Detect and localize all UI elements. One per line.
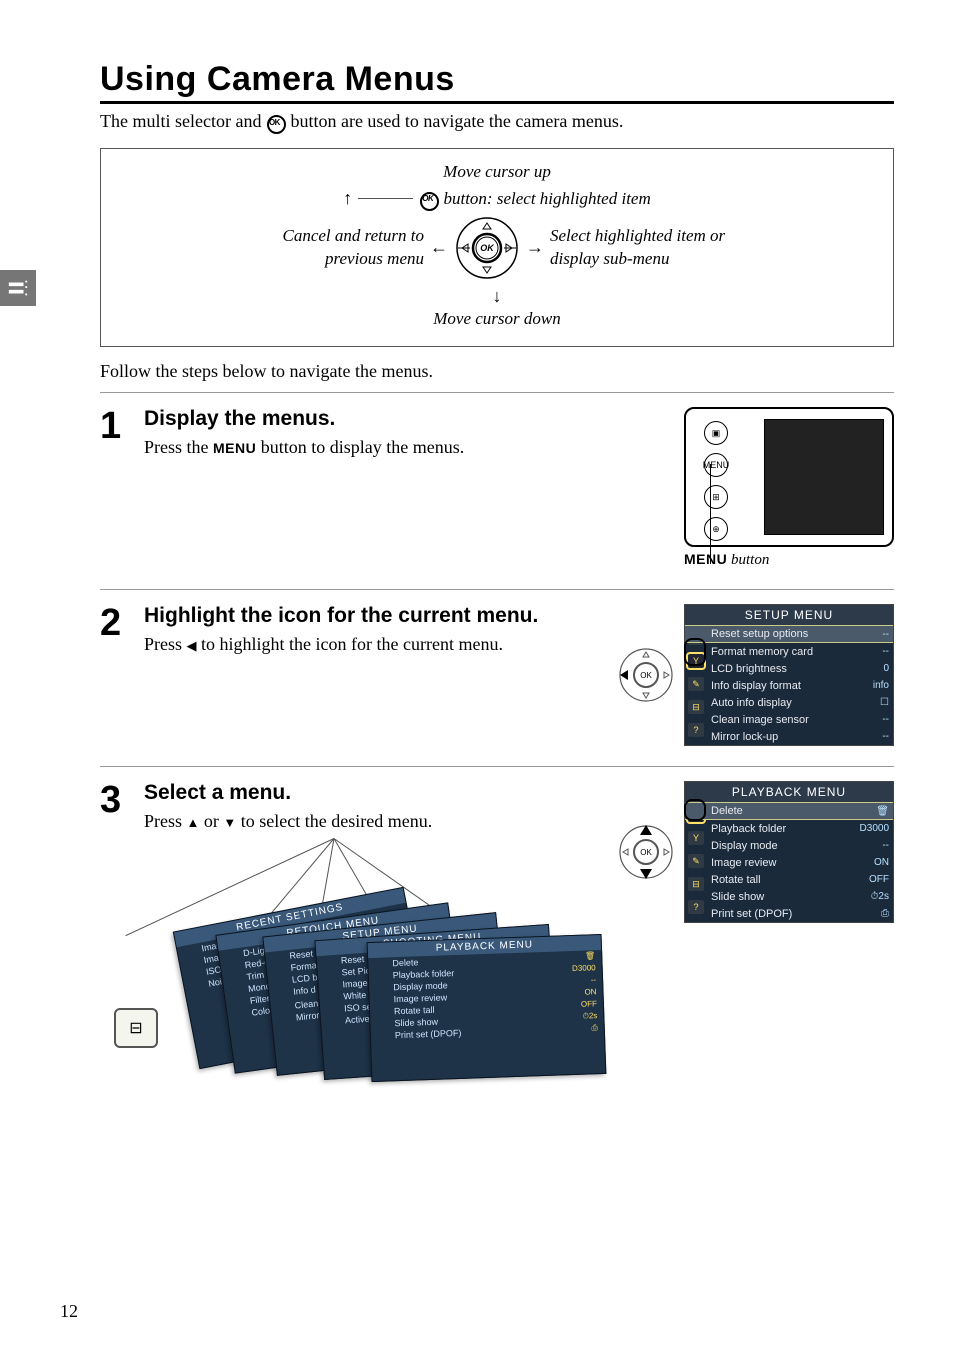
- svg-text:OK: OK: [640, 848, 652, 857]
- setup-menu-screen: SETUP MENU ▣Y✎⊟? Reset setup options-- F…: [684, 604, 894, 746]
- down-triangle-icon: [223, 811, 236, 831]
- lcd-title: PLAYBACK MENU: [685, 782, 893, 802]
- diagram-ok-label: button: select highlighted item: [419, 188, 651, 210]
- up-arrow-icon: ↑: [343, 187, 352, 210]
- ok-glyph-icon: [266, 115, 286, 131]
- recent-settings-icon: ⊟: [114, 1008, 158, 1048]
- follow-text: Follow the steps below to navigate the m…: [100, 361, 894, 382]
- selector-diagram: Move cursor up ↑ button: select highligh…: [100, 148, 894, 347]
- step-1: 1 Display the menus. Press the MENU butt…: [100, 392, 894, 589]
- camera-back-illustration: ▣ MENU ⊞ ⊕: [684, 407, 894, 547]
- lcd-title: SETUP MENU: [685, 605, 893, 625]
- diagram-up-label: Move cursor up: [119, 161, 875, 183]
- step-number: 1: [100, 407, 128, 569]
- svg-text:OK: OK: [480, 243, 495, 253]
- up-triangle-icon: [187, 811, 200, 831]
- step-2: 2 Highlight the icon for the current men…: [100, 589, 894, 766]
- menu-fan-illustration: RECENT SETTINGS Image qualiImage sizeISO…: [124, 838, 544, 1088]
- step-text: Press or to select the desired menu.: [144, 809, 600, 834]
- step-title: Highlight the icon for the current menu.: [144, 604, 600, 628]
- down-arrow-icon: ↓: [493, 286, 502, 306]
- ok-glyph-icon: [419, 192, 439, 208]
- side-tab-icon: [0, 270, 36, 306]
- play-button-icon: ▣: [704, 421, 728, 445]
- svg-text:OK: OK: [640, 671, 652, 680]
- zoom-button-icon: ⊕: [704, 517, 728, 541]
- left-arrow-icon: ←: [430, 236, 448, 259]
- diagram-down-label: Move cursor down: [119, 308, 875, 330]
- dpad-updown-icon: OK: [616, 822, 676, 882]
- page-number: 12: [60, 1301, 78, 1322]
- step-number: 2: [100, 604, 128, 746]
- left-triangle-icon: [187, 634, 197, 654]
- right-arrow-icon: →: [526, 236, 544, 259]
- playback-menu-screen: PLAYBACK MENU ▣Y✎⊟? Delete🗑 Playback fol…: [684, 781, 894, 923]
- menu-button-caption: MENU button: [684, 551, 894, 569]
- step-text: Press the MENU button to display the men…: [144, 435, 638, 460]
- multi-selector-icon: OK: [454, 215, 520, 281]
- step-title: Select a menu.: [144, 781, 600, 805]
- step-title: Display the menus.: [144, 407, 638, 431]
- step-text: Press to highlight the icon for the curr…: [144, 632, 600, 657]
- thumbnail-button-icon: ⊞: [704, 485, 728, 509]
- dpad-left-icon: OK: [616, 645, 676, 705]
- menu-button-icon: MENU: [704, 453, 728, 477]
- diagram-right-label: Select highlighted item or display sub-m…: [550, 225, 750, 269]
- diagram-left-label: Cancel and return to previous menu: [244, 225, 424, 269]
- step-3: 3 Select a menu. Press or to select the …: [100, 766, 894, 1108]
- intro-text: The multi selector and button are used t…: [100, 108, 894, 134]
- page-title: Using Camera Menus: [100, 60, 894, 104]
